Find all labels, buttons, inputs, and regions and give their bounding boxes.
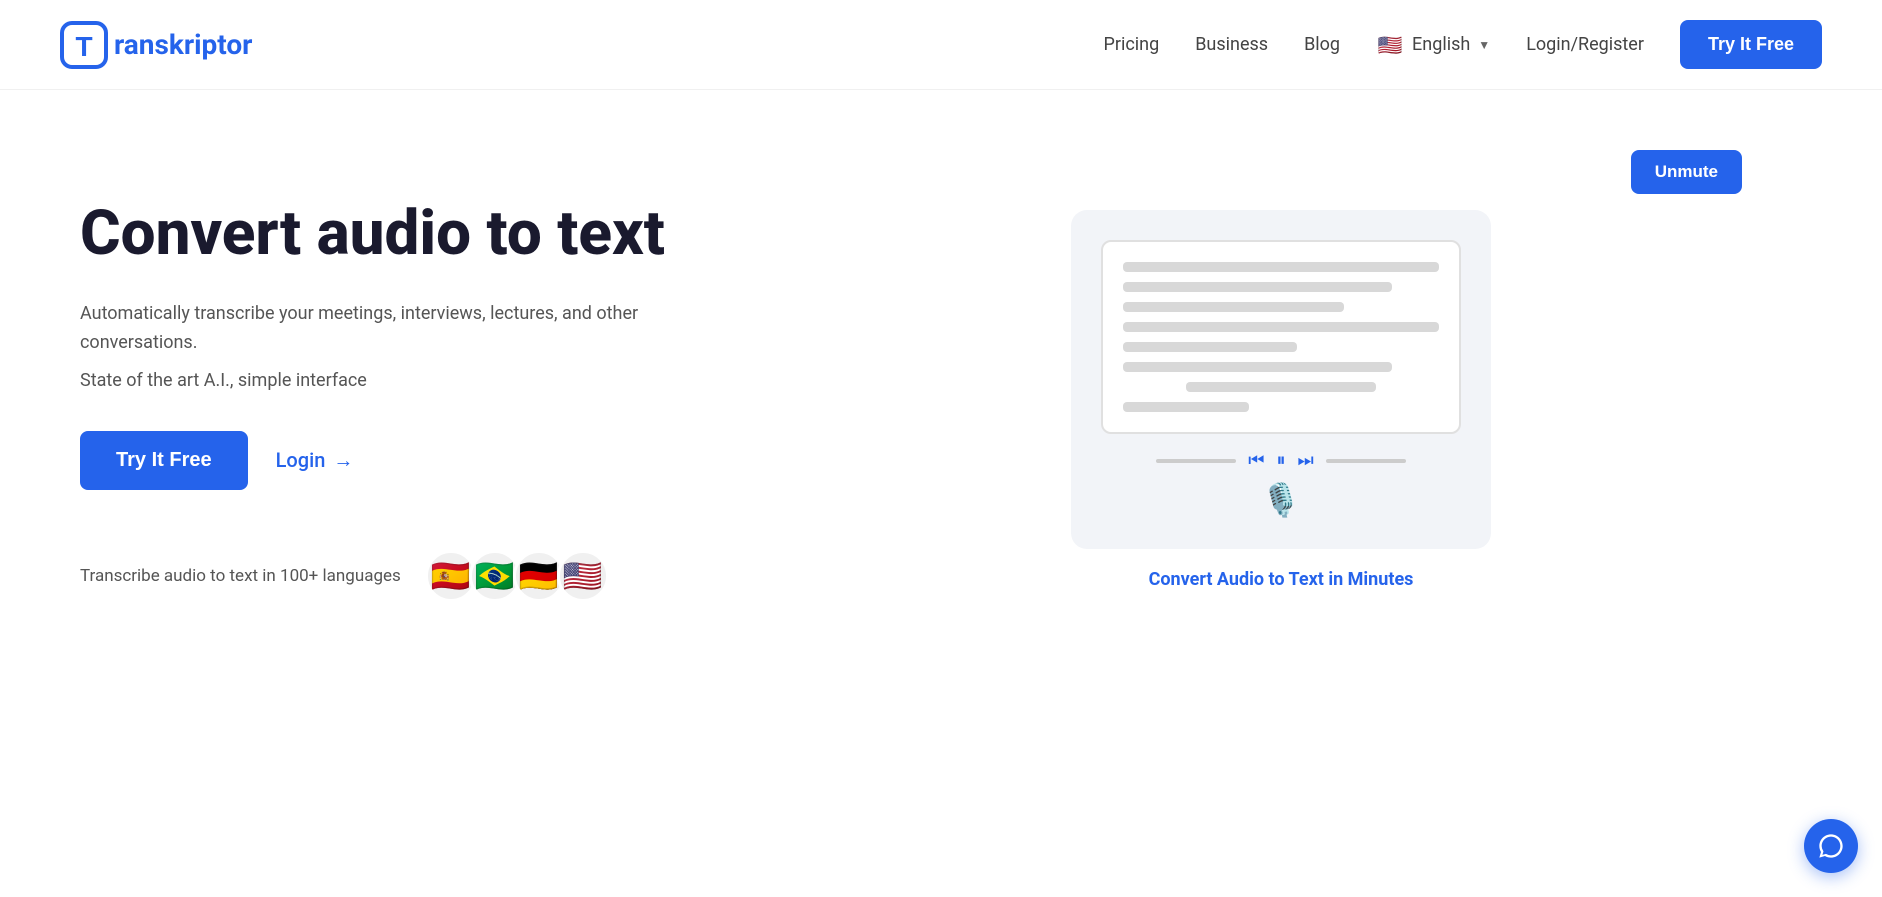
hero-section: Convert audio to text Automatically tran… [0,90,1882,662]
progress-bar-left [1156,459,1236,463]
transcript-mock [1101,240,1461,434]
logo-icon: T [60,21,108,69]
logo-text: ranskriptor [114,28,252,61]
chat-icon [1817,832,1845,860]
nav-links: Pricing Business Blog 🇺🇸 English ▼ Login… [1104,20,1822,69]
mock-line-4 [1123,322,1439,332]
flags-stack: 🇪🇸 🇧🇷 🇩🇪 🇺🇸 [425,550,609,602]
forward-icon[interactable]: ⏭ [1298,450,1314,471]
language-selector[interactable]: 🇺🇸 English ▼ [1376,31,1490,59]
hero-title: Convert audio to text [80,200,760,268]
flag-usa: 🇺🇸 [557,550,609,602]
microphone-icon: 🎙️ [1261,481,1301,519]
nav-business[interactable]: Business [1195,34,1268,55]
mock-line-5 [1123,342,1297,352]
hero-sub2: State of the art A.I., simple interface [80,370,760,391]
mock-line-1 [1123,262,1439,272]
language-flag: 🇺🇸 [1376,31,1404,59]
unmute-button[interactable]: Unmute [1631,150,1742,194]
rewind-icon[interactable]: ⏮ [1248,450,1264,471]
progress-bar-right [1326,459,1406,463]
svg-text:T: T [75,31,92,62]
nav-try-free-button[interactable]: Try It Free [1680,20,1822,69]
login-register-link[interactable]: Login/Register [1526,34,1644,55]
hero-right: Unmute ⏮ ⏸ ⏭ 🎙️ Convert Audio to [760,150,1802,590]
mock-line-6 [1123,362,1392,372]
logo[interactable]: T ranskriptor [60,21,252,69]
navbar: T ranskriptor Pricing Business Blog 🇺🇸 E… [0,0,1882,90]
language-label: English [1412,34,1470,55]
mock-line-7 [1186,382,1376,392]
mock-line-3 [1123,302,1344,312]
chat-bubble-button[interactable] [1804,819,1858,873]
hero-cta: Try It Free Login → [80,431,760,490]
nav-pricing[interactable]: Pricing [1104,34,1160,55]
hero-try-free-button[interactable]: Try It Free [80,431,248,490]
mock-line-2 [1123,282,1392,292]
hero-left: Convert audio to text Automatically tran… [80,170,760,602]
languages-section: Transcribe audio to text in 100+ languag… [80,550,760,602]
nav-blog[interactable]: Blog [1304,34,1340,55]
video-card: ⏮ ⏸ ⏭ 🎙️ [1071,210,1491,549]
arrow-icon: → [333,448,353,473]
login-label: Login [276,448,326,472]
convert-text: Convert Audio to Text in Minutes [1149,569,1414,590]
pause-icon[interactable]: ⏸ [1277,450,1286,471]
player-controls: ⏮ ⏸ ⏭ [1156,450,1405,471]
chevron-down-icon: ▼ [1478,38,1490,52]
languages-text: Transcribe audio to text in 100+ languag… [80,566,401,586]
mock-line-8 [1123,402,1249,412]
hero-login-link[interactable]: Login → [276,448,354,473]
hero-subtitle: Automatically transcribe your meetings, … [80,300,760,358]
